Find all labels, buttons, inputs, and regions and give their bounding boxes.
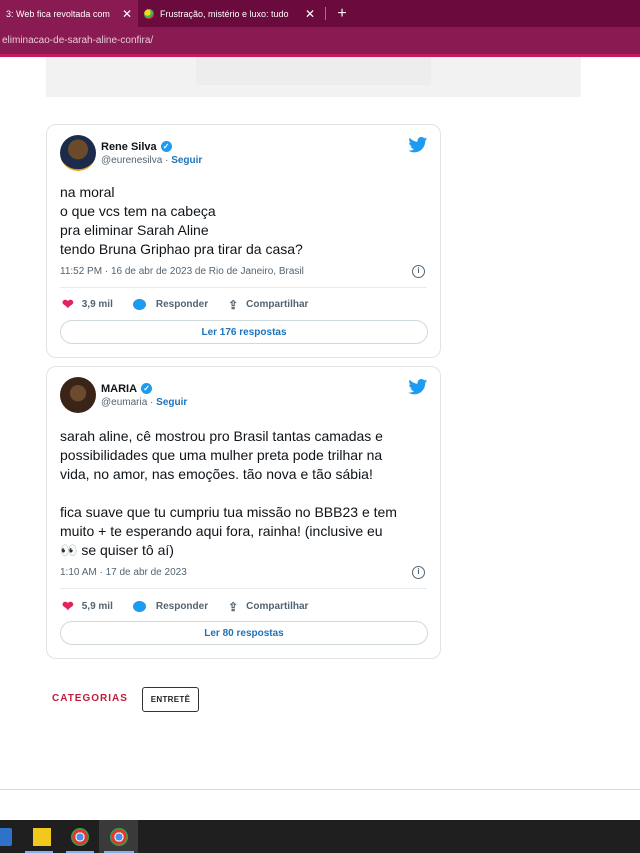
tweet-author[interactable]: MARIA ✓ @eumaria · Seguir	[60, 377, 187, 413]
embedded-tweet: Rene Silva ✓ @eurenesilva · Seguir na mor…	[46, 124, 441, 358]
tweet-line: tendo Bruna Griphao pra tirar da casa?	[60, 241, 303, 257]
chrome-icon[interactable]	[110, 828, 128, 846]
tweet-timestamp[interactable]: 11:52 PM · 16 de abr de 2023 de Rio de J…	[60, 266, 304, 277]
tab-inactive[interactable]: Frustração, mistério e luxo: tudo ✕	[138, 0, 321, 27]
reply-label: Responder	[155, 601, 209, 612]
tweet-line: muito + te esperando aqui fora, rainha! …	[60, 523, 383, 539]
heart-icon: ❤	[62, 598, 74, 614]
like-button[interactable]: ❤ 5,9 mil	[62, 598, 113, 615]
tweet-text: sarah aline, cê mostrou pro Brasil tanta…	[60, 427, 397, 560]
verified-badge-icon: ✓	[160, 141, 172, 152]
speech-bubble-icon	[132, 601, 146, 612]
share-button[interactable]: ⇪ Compartilhar	[228, 600, 308, 614]
info-icon[interactable]: i	[412, 265, 425, 278]
share-button[interactable]: ⇪ Compartilhar	[228, 298, 308, 312]
share-label: Compartilhar	[246, 299, 309, 310]
divider	[60, 287, 427, 288]
tab-title: Frustração, mistério e luxo: tudo	[160, 8, 289, 19]
chrome-icon[interactable]	[71, 828, 89, 846]
ad-placeholder	[46, 57, 581, 97]
share-icon: ⇪	[228, 599, 239, 614]
avatar[interactable]	[60, 135, 96, 171]
reply-label: Responder	[155, 299, 209, 310]
tweet-line: na moral	[60, 184, 115, 200]
heart-icon: ❤	[62, 296, 74, 312]
tweet-actions: ❤ 3,9 mil Responder ⇪ Compartilhar	[62, 296, 328, 313]
tweet-line: o que vcs tem na cabeça	[60, 203, 216, 219]
tab-separator	[325, 7, 326, 20]
author-handle[interactable]: @eurenesilva	[101, 155, 162, 166]
tweet-line: pra eliminar Sarah Aline	[60, 222, 209, 238]
tweet-author[interactable]: Rene Silva ✓ @eurenesilva · Seguir	[60, 135, 202, 171]
follow-link[interactable]: Seguir	[156, 397, 187, 408]
avatar[interactable]	[60, 377, 96, 413]
os-taskbar	[0, 820, 640, 853]
tab-strip: 3: Web fica revoltada com ✕ Frustração, …	[0, 0, 640, 27]
reply-button[interactable]: Responder	[132, 601, 209, 612]
separator-dot: ·	[147, 396, 157, 408]
new-tab-button[interactable]: +	[330, 0, 354, 27]
categories-label: CATEGORIAS	[52, 693, 128, 704]
footer-divider	[0, 789, 640, 790]
reply-button[interactable]: Responder	[132, 299, 209, 310]
address-bar[interactable]: eliminacao-de-sarah-aline-confira/	[0, 27, 640, 54]
mail-app-icon[interactable]	[0, 828, 12, 846]
close-tab-icon[interactable]: ✕	[122, 7, 132, 21]
like-button[interactable]: ❤ 3,9 mil	[62, 296, 113, 313]
share-label: Compartilhar	[246, 601, 309, 612]
sticky-notes-icon[interactable]	[33, 828, 51, 846]
ad-inner	[196, 57, 431, 85]
embedded-tweet: MARIA ✓ @eumaria · Seguir sarah aline, cê…	[46, 366, 441, 659]
tweet-text: na moral o que vcs tem na cabeça pra eli…	[60, 183, 303, 259]
category-tag[interactable]: ENTRETÊ	[142, 687, 199, 712]
divider	[60, 588, 427, 589]
author-name[interactable]: Rene Silva	[101, 141, 157, 153]
tab-title: 3: Web fica revoltada com	[6, 8, 110, 19]
speech-bubble-icon	[132, 299, 146, 310]
site-favicon-icon	[144, 8, 154, 19]
tweet-line: 👀 se quiser tô aí)	[60, 542, 174, 558]
url-text: eliminacao-de-sarah-aline-confira/	[2, 35, 154, 46]
like-count: 5,9 mil	[81, 601, 113, 612]
tweet-line: possibilidades que uma mulher preta pode…	[60, 447, 383, 463]
separator-dot: ·	[162, 154, 172, 166]
verified-badge-icon: ✓	[141, 383, 153, 394]
author-name[interactable]: MARIA	[101, 383, 137, 395]
read-replies-button[interactable]: Ler 176 respostas	[60, 320, 428, 344]
tweet-actions: ❤ 5,9 mil Responder ⇪ Compartilhar	[62, 598, 328, 615]
twitter-bird-icon[interactable]	[408, 379, 428, 395]
info-icon[interactable]: i	[412, 566, 425, 579]
tweet-line: sarah aline, cê mostrou pro Brasil tanta…	[60, 428, 383, 444]
tab-active[interactable]: 3: Web fica revoltada com ✕	[0, 0, 138, 27]
twitter-bird-icon[interactable]	[408, 137, 428, 153]
follow-link[interactable]: Seguir	[171, 155, 202, 166]
share-icon: ⇪	[228, 297, 239, 312]
tweet-timestamp[interactable]: 1:10 AM · 17 de abr de 2023	[60, 567, 187, 578]
tweet-line: fica suave que tu cumpriu tua missão no …	[60, 504, 397, 520]
author-handle[interactable]: @eumaria	[101, 397, 147, 408]
read-replies-button[interactable]: Ler 80 respostas	[60, 621, 428, 645]
tweet-line: vida, no amor, nas emoções. tão nova e t…	[60, 466, 373, 482]
close-tab-icon[interactable]: ✕	[305, 7, 315, 21]
like-count: 3,9 mil	[81, 299, 113, 310]
